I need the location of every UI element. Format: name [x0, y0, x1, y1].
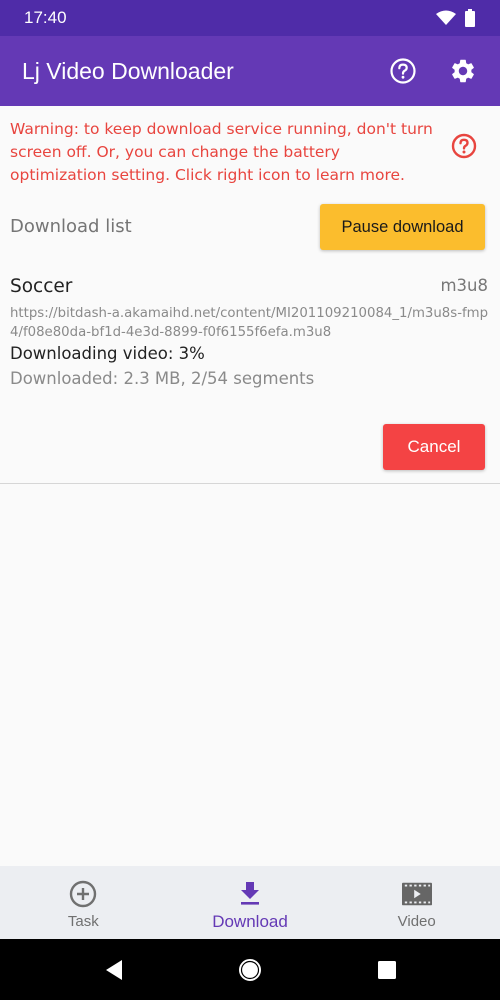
app-bar: Lj Video Downloader — [0, 36, 500, 106]
download-list-label: Download list — [10, 216, 132, 237]
battery-warning-text: Warning: to keep download service runnin… — [10, 120, 433, 184]
app-actions — [388, 56, 478, 86]
nav-label-video: Video — [397, 913, 436, 930]
help-button[interactable] — [388, 56, 418, 86]
app-title: Lj Video Downloader — [22, 57, 234, 84]
status-icons — [436, 9, 476, 27]
system-nav-bar — [0, 939, 500, 1000]
add-circle-icon — [70, 880, 97, 908]
nav-item-video[interactable]: Video — [333, 866, 500, 939]
download-item-type: m3u8 — [440, 276, 488, 295]
download-item-progress: Downloaded: 2.3 MB, 2/54 segments — [10, 369, 315, 388]
nav-label-task: Task — [67, 913, 99, 930]
status-bar: 17:40 — [0, 0, 500, 36]
battery-icon — [465, 9, 475, 27]
download-item-title: Soccer — [10, 276, 73, 297]
warning-help-button[interactable] — [450, 132, 478, 160]
download-icon — [241, 881, 259, 905]
download-item-url: https://bitdash-a.akamaihd.net/content/M… — [10, 306, 489, 340]
recents-icon[interactable] — [374, 957, 400, 983]
cancel-button[interactable]: Cancel — [383, 424, 485, 470]
wifi-icon — [436, 10, 456, 25]
settings-button[interactable] — [448, 56, 478, 86]
nav-item-task[interactable]: Task — [0, 866, 167, 939]
pause-download-button[interactable]: Pause download — [320, 204, 485, 250]
help-icon — [451, 133, 477, 159]
nav-item-download[interactable]: Download — [167, 866, 334, 939]
film-icon — [401, 882, 432, 906]
bottom-nav: Task Download Video — [0, 866, 500, 939]
help-icon — [390, 58, 416, 84]
home-icon[interactable] — [237, 957, 263, 983]
download-item-status: Downloading video: 3% — [10, 344, 205, 363]
divider — [0, 483, 500, 484]
nav-label-download: Download — [212, 911, 288, 931]
status-time: 17:40 — [24, 8, 67, 27]
back-icon[interactable] — [102, 957, 128, 983]
gear-icon — [452, 59, 474, 83]
